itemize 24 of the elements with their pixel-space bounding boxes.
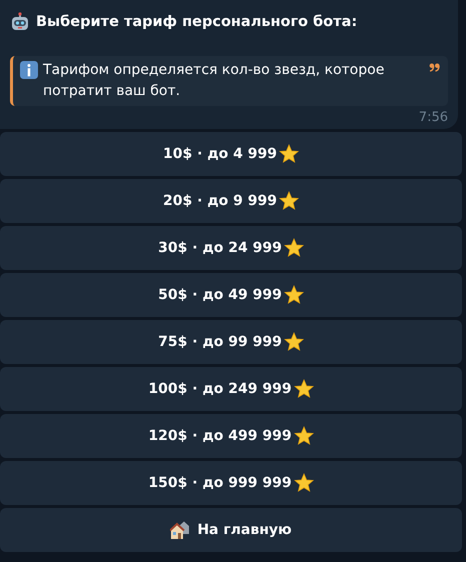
info-icon [20,61,38,79]
star-icon [284,285,304,305]
star-icon [284,332,304,352]
quote-text: Тарифом определяется кол-во звезд, которое потратит ваш бот. [43,61,386,101]
keyboard-button[interactable]: 20$ · до 9 999 [0,179,462,223]
keyboard-button[interactable]: 100$ · до 249 999 [0,367,462,411]
star-icon [278,144,299,164]
keyboard-button[interactable]: 150$ · до 999 999 [0,461,462,505]
star-icon [278,191,299,211]
robot-icon [10,12,30,32]
keyboard-button[interactable]: 10$ · до 4 999 [0,132,462,176]
keyboard-button[interactable]: 75$ · до 99 999 [0,320,462,364]
keyboard-button[interactable]: 120$ · до 499 999 [0,414,462,458]
keyboard-button[interactable]: На главную [0,508,462,552]
houses-icon [170,520,190,540]
star-icon [294,379,314,399]
star-icon [294,426,314,446]
star-icon [284,238,304,258]
quote-icon [429,63,440,72]
star-icon [294,473,314,493]
message-title: Выберите тариф персонального бота: [36,14,358,30]
keyboard-button[interactable]: 50$ · до 49 999 [0,273,462,317]
keyboard-button[interactable]: 30$ · до 24 999 [0,226,462,270]
message-time: 7:56 [418,110,448,125]
